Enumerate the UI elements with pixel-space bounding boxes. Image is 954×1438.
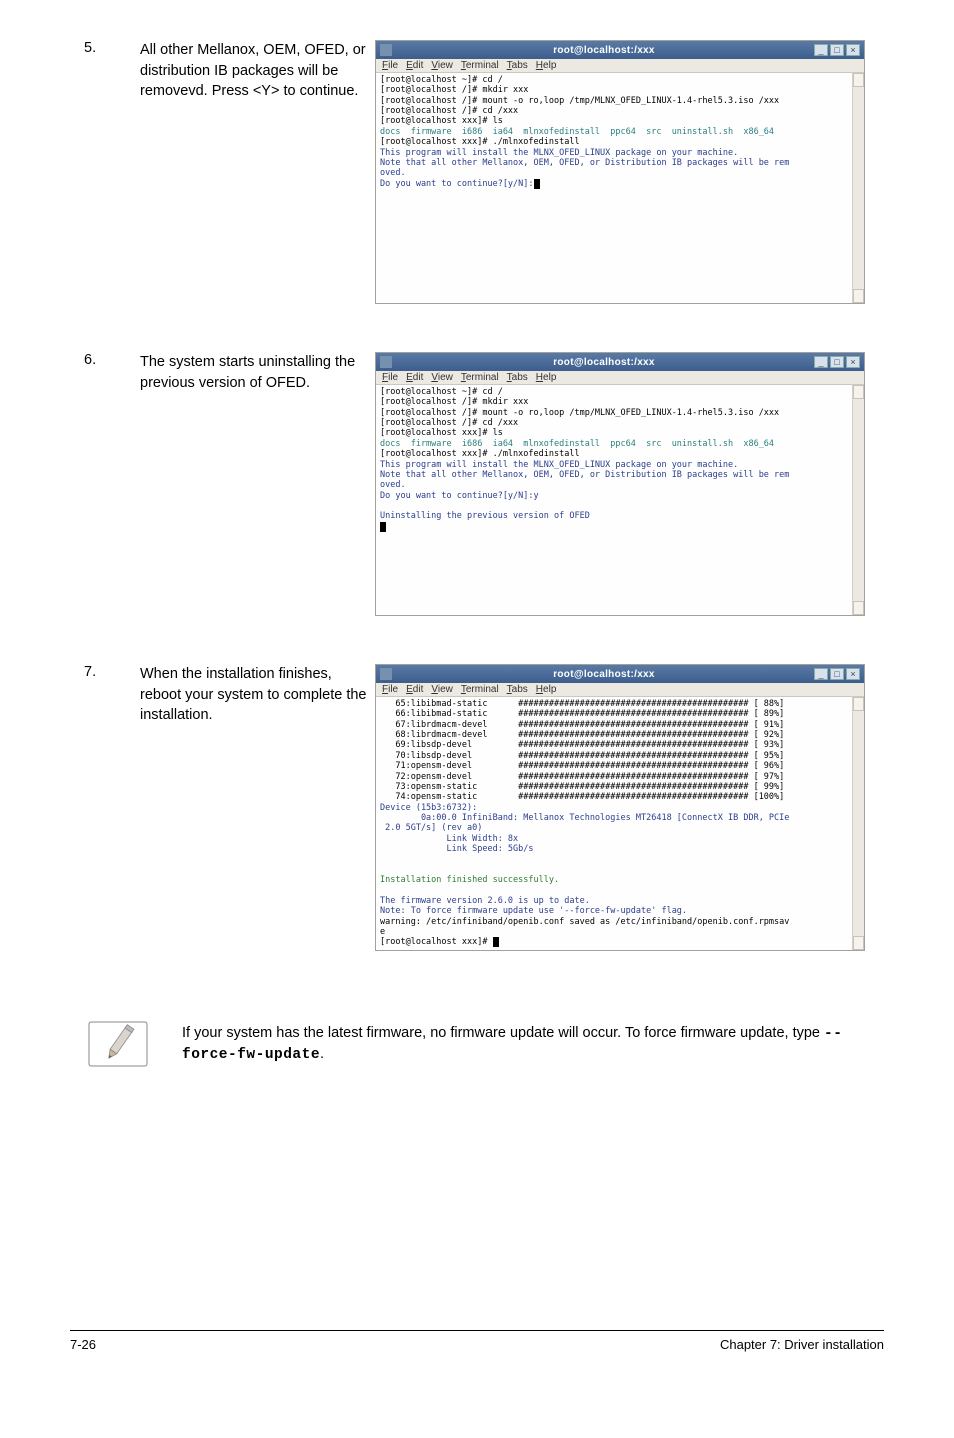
terminal-screenshot-6: root@localhost:/xxx _ □ × File Edit View… (375, 352, 884, 616)
terminal-screenshot-5: root@localhost:/xxx _ □ × File Edit View… (375, 40, 884, 304)
minimize-button[interactable]: _ (814, 668, 828, 680)
terminal-titlebar: root@localhost:/xxx _ □ × (376, 665, 864, 683)
menu-view[interactable]: View (429, 60, 455, 71)
terminal-menubar: File Edit View Terminal Tabs Help (376, 371, 864, 385)
scrollbar[interactable] (852, 73, 864, 303)
menu-help[interactable]: Help (534, 372, 559, 383)
page-footer: 7-26 Chapter 7: Driver installation (70, 1330, 884, 1352)
page-number: 7-26 (70, 1337, 96, 1352)
menu-tabs[interactable]: Tabs (505, 60, 530, 71)
menu-tabs[interactable]: Tabs (505, 684, 530, 695)
close-button[interactable]: × (846, 668, 860, 680)
terminal-output: [root@localhost ~]# cd / [root@localhost… (376, 385, 852, 615)
step-7: 7. When the installation finishes, reboo… (70, 664, 884, 951)
maximize-button[interactable]: □ (830, 668, 844, 680)
menu-file[interactable]: File (380, 684, 400, 695)
menu-edit[interactable]: Edit (404, 60, 425, 71)
cursor (534, 179, 540, 189)
step-number: 5. (70, 40, 140, 56)
menu-file[interactable]: File (380, 372, 400, 383)
menu-terminal[interactable]: Terminal (459, 684, 501, 695)
step-number: 7. (70, 664, 140, 680)
minimize-button[interactable]: _ (814, 44, 828, 56)
terminal-title: root@localhost:/xxx (396, 357, 812, 368)
menu-tabs[interactable]: Tabs (505, 372, 530, 383)
terminal-menubar: File Edit View Terminal Tabs Help (376, 59, 864, 73)
minimize-button[interactable]: _ (814, 356, 828, 368)
terminal-menubar: File Edit View Terminal Tabs Help (376, 683, 864, 697)
terminal-icon (380, 668, 392, 680)
menu-help[interactable]: Help (534, 60, 559, 71)
menu-edit[interactable]: Edit (404, 372, 425, 383)
chapter-title: Chapter 7: Driver installation (720, 1337, 884, 1352)
close-button[interactable]: × (846, 44, 860, 56)
pencil-icon (88, 1021, 148, 1067)
terminal-title: root@localhost:/xxx (396, 45, 812, 56)
step-text: The system starts uninstalling the previ… (140, 352, 375, 393)
menu-terminal[interactable]: Terminal (459, 372, 501, 383)
note-text: If your system has the latest firmware, … (182, 1021, 884, 1066)
terminal-output: 65:libibmad-static #####################… (376, 697, 852, 950)
menu-view[interactable]: View (429, 684, 455, 695)
cursor (493, 937, 499, 947)
step-text: All other Mellanox, OEM, OFED, or distri… (140, 40, 375, 102)
maximize-button[interactable]: □ (830, 44, 844, 56)
terminal-titlebar: root@localhost:/xxx _ □ × (376, 41, 864, 59)
terminal-icon (380, 356, 392, 368)
scrollbar[interactable] (852, 385, 864, 615)
step-5: 5. All other Mellanox, OEM, OFED, or dis… (70, 40, 884, 304)
step-6: 6. The system starts uninstalling the pr… (70, 352, 884, 616)
scrollbar[interactable] (852, 697, 864, 950)
step-text: When the installation finishes, reboot y… (140, 664, 375, 726)
menu-help[interactable]: Help (534, 684, 559, 695)
menu-terminal[interactable]: Terminal (459, 60, 501, 71)
menu-edit[interactable]: Edit (404, 684, 425, 695)
close-button[interactable]: × (846, 356, 860, 368)
cursor (380, 522, 386, 532)
terminal-titlebar: root@localhost:/xxx _ □ × (376, 353, 864, 371)
terminal-screenshot-7: root@localhost:/xxx _ □ × File Edit View… (375, 664, 884, 951)
note-block: If your system has the latest firmware, … (88, 1021, 884, 1067)
terminal-title: root@localhost:/xxx (396, 669, 812, 680)
terminal-icon (380, 44, 392, 56)
menu-view[interactable]: View (429, 372, 455, 383)
step-number: 6. (70, 352, 140, 368)
menu-file[interactable]: File (380, 60, 400, 71)
terminal-output: [root@localhost ~]# cd / [root@localhost… (376, 73, 852, 303)
maximize-button[interactable]: □ (830, 356, 844, 368)
